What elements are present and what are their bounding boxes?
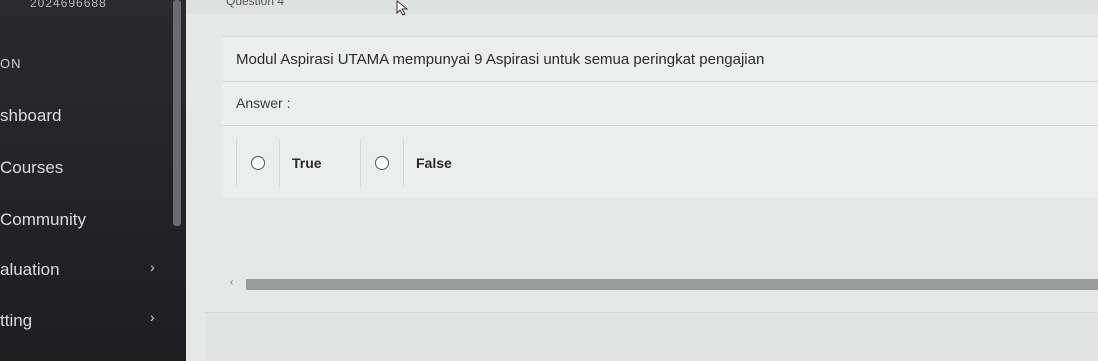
radio-cell[interactable] [236, 139, 280, 187]
top-bar: Question 4 [186, 0, 1098, 14]
radio-icon[interactable] [375, 156, 389, 170]
answer-label: Answer : [236, 95, 291, 111]
sidebar: 2024696688 ON shboard Courses Community … [0, 0, 186, 361]
sidebar-item-evaluation[interactable]: aluation › [0, 259, 186, 280]
sidebar-item-label: shboard [0, 106, 62, 125]
question-text: Modul Aspirasi UTAMA mempunyai 9 Aspiras… [236, 51, 765, 68]
sidebar-item-label: aluation [0, 260, 60, 279]
option-false[interactable]: False [360, 139, 452, 187]
divider [222, 81, 1098, 82]
divider [222, 125, 1098, 126]
sidebar-brand: ON [0, 56, 22, 71]
question-card: Modul Aspirasi UTAMA mempunyai 9 Aspiras… [222, 36, 1098, 197]
scroll-left-arrow-icon[interactable]: ‹ [230, 277, 233, 288]
option-label[interactable]: True [292, 155, 322, 171]
sidebar-item-community[interactable]: Community [0, 210, 86, 230]
chevron-right-icon: › [150, 309, 155, 325]
user-id: 2024696688 [30, 0, 107, 10]
option-true[interactable]: True [236, 139, 322, 187]
sidebar-item-dashboard[interactable]: shboard [0, 106, 61, 126]
sidebar-item-label: Courses [0, 158, 64, 177]
sidebar-item-label: Community [0, 210, 86, 229]
radio-icon[interactable] [251, 156, 265, 170]
sidebar-item-courses[interactable]: Courses [0, 158, 63, 178]
scrollbar-thumb[interactable] [246, 279, 1098, 290]
question-number: Question 4 [226, 0, 285, 8]
horizontal-scrollbar[interactable]: ‹ [222, 277, 1098, 291]
sidebar-item-label: tting [0, 311, 33, 330]
sidebar-scrollbar[interactable] [173, 0, 181, 226]
bottom-panel [205, 312, 1098, 361]
sidebar-item-setting[interactable]: tting › [0, 309, 186, 331]
option-label[interactable]: False [416, 155, 452, 171]
mouse-cursor-icon [396, 0, 409, 16]
chevron-right-icon: › [150, 259, 155, 275]
radio-cell[interactable] [360, 139, 404, 187]
